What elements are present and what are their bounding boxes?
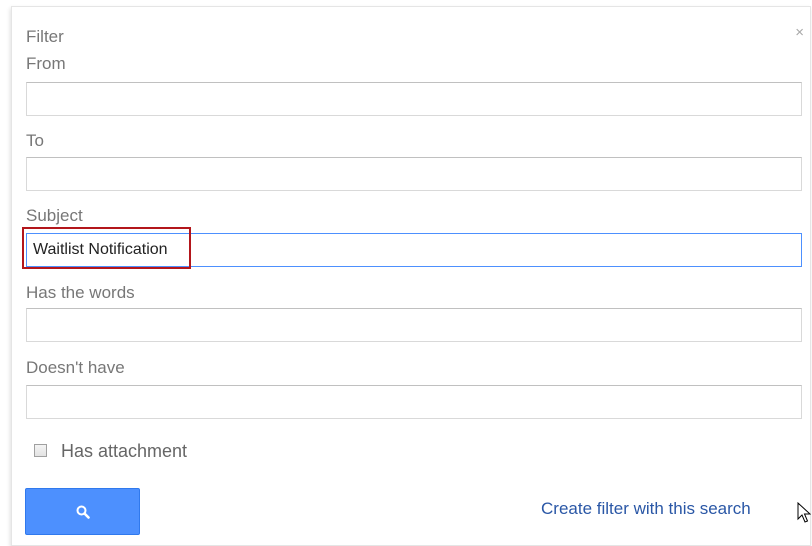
doesnt-have-field[interactable] [26,385,802,419]
search-icon [76,505,90,519]
from-field[interactable] [26,82,802,116]
from-label: From [26,54,66,73]
dialog-title: Filter [26,27,64,46]
has-attachment-checkbox[interactable] [34,444,47,457]
has-attachment-label: Has attachment [61,441,188,461]
has-words-label: Has the words [26,283,135,302]
mouse-cursor-icon [797,502,811,523]
doesnt-have-label: Doesn't have [26,358,125,377]
to-label: To [26,131,44,150]
close-icon[interactable]: × [795,25,804,40]
search-button[interactable] [25,488,140,535]
subject-label: Subject [26,206,83,225]
create-filter-link[interactable]: Create filter with this search [541,499,751,519]
filter-dialog: × Filter From To Subject Has the words D… [11,6,811,546]
to-field[interactable] [26,157,802,191]
subject-field[interactable] [26,233,802,267]
has-words-field[interactable] [26,308,802,342]
